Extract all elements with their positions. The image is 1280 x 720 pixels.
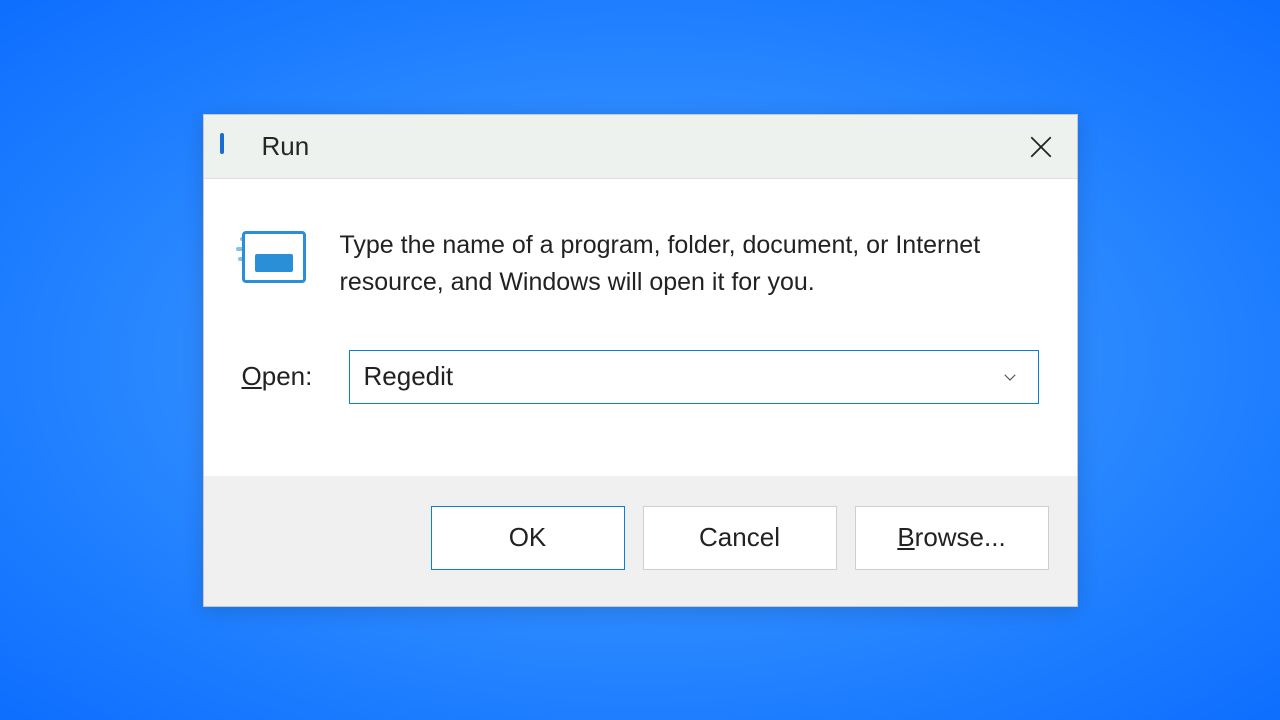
ok-button-label: OK	[509, 522, 547, 553]
open-label: Open:	[242, 361, 327, 392]
description-row: Type the name of a program, folder, docu…	[242, 227, 1039, 302]
run-titlebar-icon	[220, 135, 248, 157]
close-icon	[1028, 134, 1054, 160]
dialog-footer: OK Cancel Browse...	[204, 476, 1077, 606]
open-input[interactable]	[364, 361, 996, 392]
combobox-dropdown-button[interactable]	[996, 363, 1024, 391]
chevron-down-icon	[1001, 368, 1019, 386]
description-text: Type the name of a program, folder, docu…	[340, 227, 1039, 302]
cancel-button-label: Cancel	[699, 522, 780, 553]
cancel-button[interactable]: Cancel	[643, 506, 837, 570]
ok-button[interactable]: OK	[431, 506, 625, 570]
close-button[interactable]	[1017, 123, 1065, 171]
open-combobox[interactable]	[349, 350, 1039, 404]
browse-button[interactable]: Browse...	[855, 506, 1049, 570]
open-row: Open:	[242, 350, 1039, 404]
dialog-title: Run	[262, 131, 310, 162]
titlebar: Run	[204, 115, 1077, 179]
run-dialog: Run Type the name of a program, folder, …	[203, 114, 1078, 607]
browse-button-label: Browse...	[897, 522, 1005, 553]
dialog-content: Type the name of a program, folder, docu…	[204, 179, 1077, 476]
run-app-icon	[242, 231, 312, 289]
